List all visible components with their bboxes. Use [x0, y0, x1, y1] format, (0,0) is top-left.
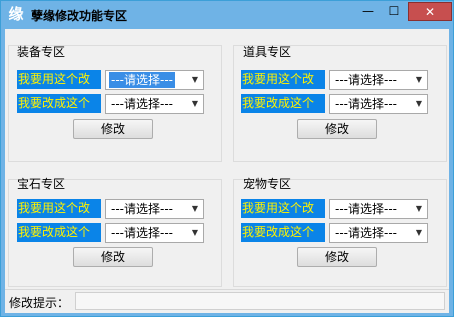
source-label: 我要用这个改	[241, 199, 325, 218]
status-message	[75, 292, 445, 310]
chevron-down-icon: ▼	[415, 228, 423, 237]
source-select[interactable]: ---请选择--- ▼	[105, 70, 204, 90]
chevron-down-icon: ▼	[191, 99, 199, 108]
source-label: 我要用这个改	[17, 199, 101, 218]
modify-button[interactable]: 修改	[297, 247, 377, 267]
section-title-equipment: 装备专区	[17, 45, 66, 59]
modify-button[interactable]: 修改	[297, 119, 377, 139]
section-title-pet: 宠物专区	[243, 177, 292, 191]
app-window: 缘 孽缘修改功能专区 — ☐ ✕ 装备专区 我要用这个改 ---请选择--- ▼…	[0, 0, 454, 317]
target-label: 我要改成这个	[241, 94, 325, 113]
chevron-down-icon: ▼	[191, 204, 199, 213]
target-select[interactable]: ---请选择--- ▼	[329, 223, 428, 243]
select-value: ---请选择---	[111, 202, 173, 216]
chevron-down-icon: ▼	[191, 75, 199, 84]
select-value: ---请选择---	[335, 97, 397, 111]
chevron-down-icon: ▼	[191, 228, 199, 237]
app-logo-icon: 缘	[8, 5, 24, 23]
select-value: ---请选择---	[335, 226, 397, 240]
target-select[interactable]: ---请选择--- ▼	[105, 94, 204, 114]
target-select[interactable]: ---请选择--- ▼	[105, 223, 204, 243]
select-value: ---请选择---	[111, 97, 173, 111]
source-select[interactable]: ---请选择--- ▼	[329, 199, 428, 219]
client-area: 装备专区 我要用这个改 ---请选择--- ▼ 我要改成这个 ---请选择---…	[5, 29, 449, 313]
source-select[interactable]: ---请选择--- ▼	[329, 70, 428, 90]
chevron-down-icon: ▼	[415, 99, 423, 108]
window-title: 孽缘修改功能专区	[31, 9, 128, 23]
target-select[interactable]: ---请选择--- ▼	[329, 94, 428, 114]
select-value: ---请选择---	[109, 72, 175, 88]
target-label: 我要改成这个	[17, 94, 101, 113]
modify-button[interactable]: 修改	[73, 119, 153, 139]
target-label: 我要改成这个	[241, 223, 325, 242]
select-value: ---请选择---	[111, 226, 173, 240]
status-label: 修改提示：	[9, 296, 70, 310]
close-button[interactable]: ✕	[408, 2, 452, 21]
minimize-button[interactable]: —	[355, 2, 381, 21]
chevron-down-icon: ▼	[415, 75, 423, 84]
section-title-gem: 宝石专区	[17, 177, 66, 191]
source-label: 我要用这个改	[241, 70, 325, 89]
maximize-button[interactable]: ☐	[381, 2, 407, 21]
section-title-item: 道具专区	[243, 45, 292, 59]
chevron-down-icon: ▼	[415, 204, 423, 213]
source-select[interactable]: ---请选择--- ▼	[105, 199, 204, 219]
target-label: 我要改成这个	[17, 223, 101, 242]
status-bar: 修改提示：	[5, 289, 449, 313]
modify-button[interactable]: 修改	[73, 247, 153, 267]
title-bar[interactable]: 缘 孽缘修改功能专区 — ☐ ✕	[1, 1, 453, 29]
select-value: ---请选择---	[335, 202, 397, 216]
select-value: ---请选择---	[335, 73, 397, 87]
source-label: 我要用这个改	[17, 70, 101, 89]
